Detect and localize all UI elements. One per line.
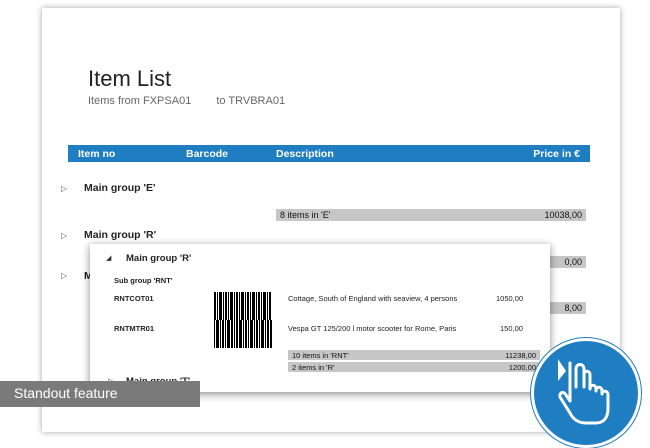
barcode-image	[214, 320, 272, 348]
price-cell: 150,00	[500, 324, 523, 333]
description-cell: Cottage, South of England with seaview, …	[288, 294, 458, 303]
subtitle-from: Items from FXPSA01	[88, 95, 192, 107]
group-summary-bar: 0,00	[550, 256, 586, 268]
group-label[interactable]: Main group 'E'	[84, 182, 156, 194]
barcode-graphic	[214, 320, 272, 348]
group-summary-value: 0,00	[564, 257, 582, 267]
column-header-price: Price in €	[533, 148, 580, 160]
barcode-image	[214, 292, 272, 320]
price-cell: 1050,00	[496, 294, 524, 303]
popup-group-label[interactable]: Main group 'R'	[126, 253, 191, 264]
group-summary-value: 8,00	[564, 303, 582, 313]
expand-triangle-icon[interactable]: ▷	[61, 184, 67, 193]
group-summary-bar: 8 items in 'E' 10038,00	[276, 209, 586, 221]
column-header-row: Item no Barcode Description Price in €	[68, 145, 590, 162]
report-subtitle: Items from FXPSA01 to TRVBRA01	[88, 95, 285, 107]
subgroup-summary-label: 10 items in 'RNT'	[292, 351, 349, 360]
subgroup-summary-value: 11238,00	[505, 351, 536, 360]
group-label[interactable]: Main group 'R'	[84, 229, 156, 241]
group-summary-value: 10038,00	[544, 210, 582, 220]
hand-pointer-icon	[558, 359, 610, 425]
item-no-cell: RNTCOT01	[114, 294, 154, 303]
report-title: Item List	[88, 66, 172, 91]
column-header-barcode: Barcode	[186, 148, 229, 160]
group-summary-label: 8 items in 'E'	[280, 210, 331, 220]
subtitle-to: to TRVBRA01	[216, 95, 286, 107]
subgroup-summary-bar: 10 items in 'RNT' 11238,00	[288, 350, 540, 360]
standout-feature-badge: Standout feature	[0, 381, 200, 407]
item-no-cell: RNTMTR01	[114, 324, 155, 333]
standout-feature-label: Standout feature	[14, 385, 118, 401]
barcode-graphic	[214, 292, 271, 320]
group-summary-value: 1200,00	[508, 363, 536, 372]
group-summary-bar: 8,00	[550, 302, 586, 314]
collapse-triangle-icon[interactable]: ◢	[106, 254, 111, 262]
expanded-group-popup: ◢ Main group 'R' Sub group 'RNT' RNTCOT0…	[90, 244, 550, 392]
column-header-description: Description	[276, 148, 334, 160]
expand-triangle-icon[interactable]: ▷	[61, 271, 67, 280]
column-header-item-no: Item no	[78, 148, 116, 160]
expand-triangle-icon[interactable]: ▷	[61, 231, 67, 240]
sub-group-label: Sub group 'RNT'	[114, 276, 173, 285]
cursor-badge	[531, 338, 641, 448]
group-summary-bar: 2 items in 'R' 1200,00	[288, 362, 540, 372]
description-cell: Vespa GT 125/200 l motor scooter for Rom…	[288, 324, 457, 333]
group-summary-label: 2 items in 'R'	[292, 363, 335, 372]
